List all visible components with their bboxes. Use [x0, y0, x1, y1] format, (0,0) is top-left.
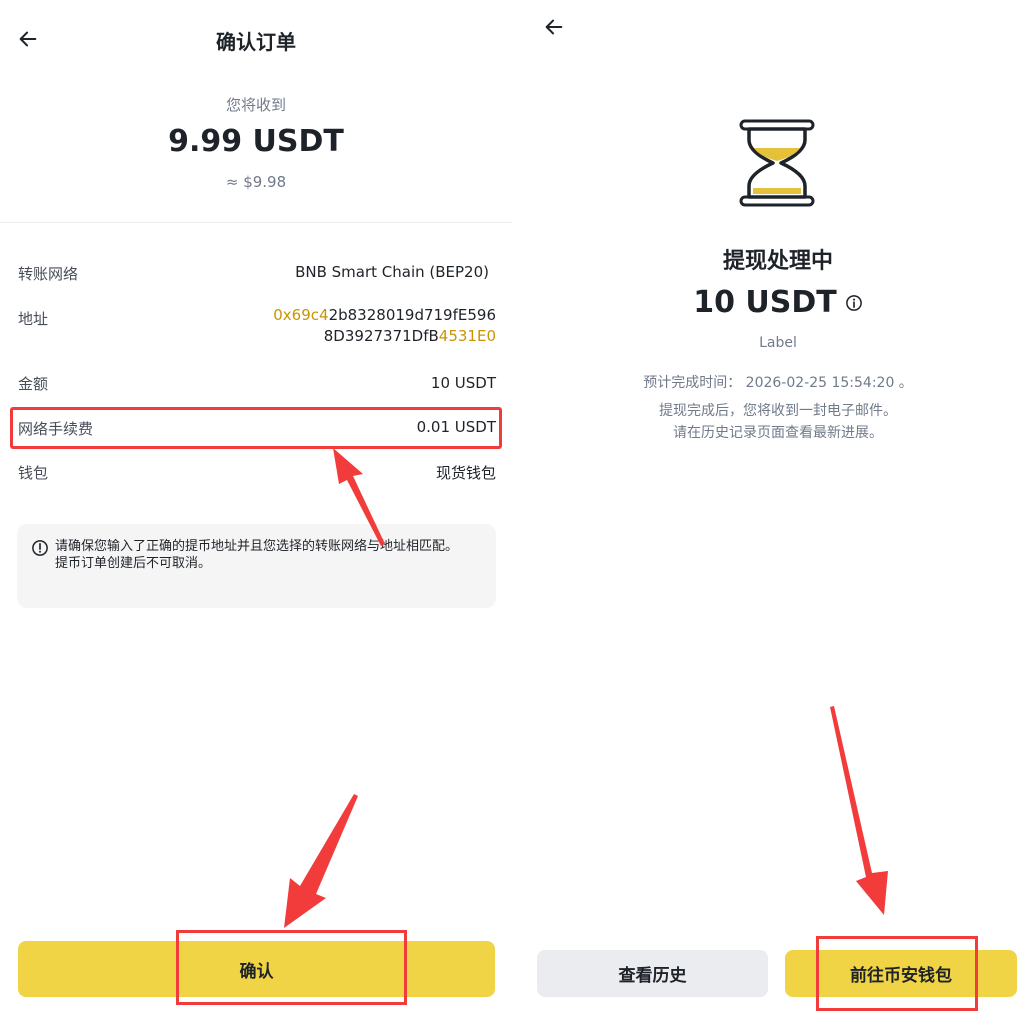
- page-title: 确认订单: [216, 30, 296, 54]
- arrow-left-icon: [545, 19, 563, 35]
- wallet-value: 现货钱包: [435, 464, 496, 482]
- annotation-arrow-down: [284, 794, 358, 928]
- notice-line-1: 请确保您输入了正确的提币地址并且您选择的转账网络与地址相匹配。: [55, 539, 459, 554]
- amount-label: 金额: [18, 375, 49, 393]
- info-icon[interactable]: [845, 294, 863, 312]
- hourglass-icon: [739, 119, 815, 207]
- withdrawal-processing-screen: 提现处理中 10 USDT Label 预计完成时间： 2026-02-25 1…: [522, 0, 1034, 1029]
- amount-row: 10 USDT: [522, 285, 1034, 320]
- status-title: 提现处理中: [722, 249, 833, 274]
- amount-value: 10 USDT: [430, 374, 496, 392]
- withdraw-amount: 10 USDT: [693, 285, 837, 320]
- warning-notice: 请确保您输入了正确的提币地址并且您选择的转账网络与地址相匹配。 提币订单创建后不…: [17, 524, 496, 608]
- confirm-order-screen: 确认订单 您将收到 9.99 USDT ≈ $9.98 转账网络 BNB Sma…: [0, 0, 512, 1029]
- view-history-button[interactable]: 查看历史: [537, 950, 768, 997]
- address-label: 地址: [18, 310, 49, 328]
- address-line-2: 8D3927371DfB4531E0: [273, 326, 496, 347]
- receive-fiat-value: ≈ $9.98: [225, 173, 287, 191]
- panel-divider: [512, 0, 522, 1029]
- address-prefix: 0x69c4: [273, 306, 329, 324]
- receive-label: 您将收到: [225, 96, 286, 114]
- wallet-label: 钱包: [18, 464, 49, 482]
- address-value: 0x69c42b8328019d719fE596 8D3927371DfB453…: [273, 305, 496, 347]
- address-suffix: 4531E0: [438, 327, 496, 345]
- history-message: 请在历史记录页面查看最新进展。: [673, 425, 883, 441]
- eta-label: 预计完成时间：: [643, 375, 742, 391]
- network-label: 转账网络: [18, 265, 79, 283]
- address-middle-1: 2b8328019d719fE596: [328, 306, 496, 324]
- address-middle-2: 8D3927371DfB: [323, 327, 439, 345]
- receive-amount: 9.99 USDT: [168, 124, 344, 159]
- back-button[interactable]: [534, 7, 574, 47]
- eta-line: 预计完成时间： 2026-02-25 15:54:20 。: [522, 372, 1034, 392]
- eta-value: 2026-02-25 15:54:20 。: [745, 375, 913, 391]
- annotation-arrow-down: [830, 706, 888, 915]
- confirm-annotation-box: [176, 930, 407, 1005]
- address-line-1: 0x69c42b8328019d719fE596: [273, 305, 496, 326]
- amount-label: Label: [759, 335, 797, 351]
- wallet-annotation-box: [816, 936, 978, 1011]
- email-message: 提现完成后，您将收到一封电子邮件。: [659, 403, 897, 419]
- notice-line-2: 提币订单创建后不可取消。: [55, 556, 212, 571]
- annotation-arrow-up: [333, 448, 385, 546]
- section-divider: [0, 222, 512, 223]
- fee-annotation-box: [10, 407, 502, 449]
- network-value: BNB Smart Chain (BEP20): [295, 263, 489, 281]
- alert-circle-icon: [32, 540, 48, 556]
